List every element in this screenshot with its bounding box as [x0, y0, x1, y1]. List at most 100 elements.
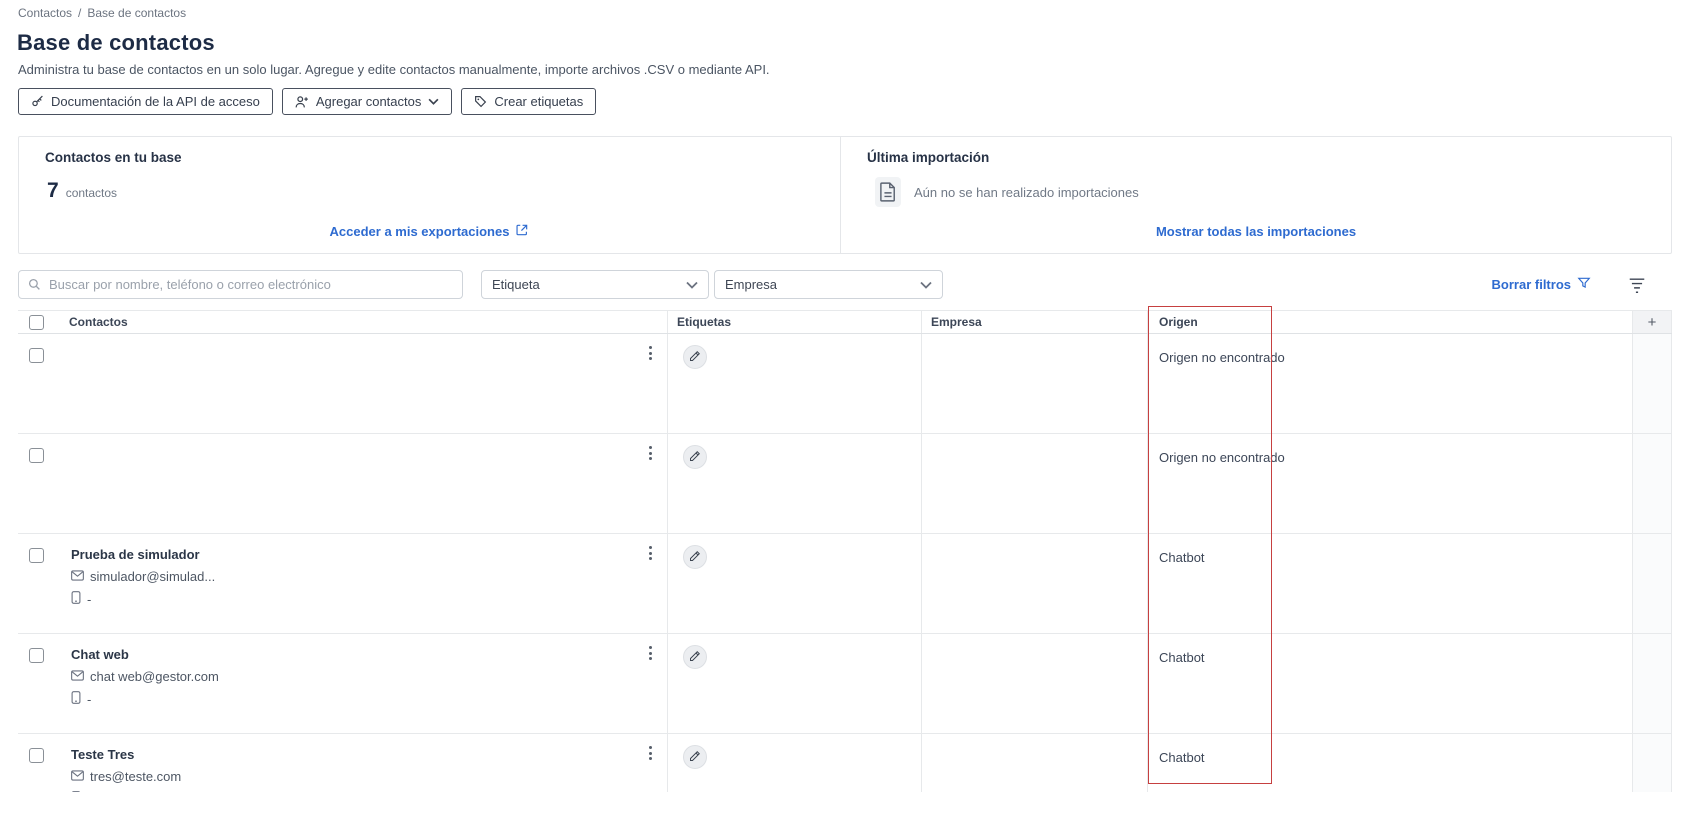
api-docs-button[interactable]: Documentación de la API de acceso	[18, 88, 273, 115]
page-title: Base de contactos	[17, 30, 215, 55]
company-cell	[922, 434, 1148, 533]
filter-columns-icon[interactable]	[1628, 277, 1646, 293]
breadcrumb-base-de-contactos[interactable]: Base de contactos	[87, 6, 186, 20]
person-plus-icon	[295, 95, 309, 108]
exports-link[interactable]: Acceder a mis exportaciones	[330, 223, 530, 240]
contact-phone: -	[87, 691, 92, 707]
tag-icon	[474, 95, 487, 108]
search-input[interactable]	[18, 270, 463, 299]
row-menu-kebab-icon[interactable]	[641, 441, 659, 465]
breadcrumb: Contactos / Base de contactos	[18, 6, 186, 20]
contact-name[interactable]	[71, 447, 667, 462]
create-tags-button[interactable]: Crear etiquetas	[461, 88, 597, 115]
origin-value: Origen no encontrado	[1159, 450, 1285, 465]
contact-name[interactable]	[71, 347, 667, 362]
contact-name[interactable]: Prueba de simulador	[71, 547, 667, 562]
row-checkbox[interactable]	[29, 748, 44, 763]
email-icon	[71, 569, 84, 584]
phone-line: -	[71, 691, 667, 707]
row-checkbox[interactable]	[29, 548, 44, 563]
contacts-summary-card: Contactos en tu base 7 contactos Acceder…	[19, 137, 841, 253]
tag-filter-select[interactable]: Etiqueta	[481, 270, 709, 299]
extra-column-cell	[1633, 634, 1672, 733]
company-cell	[922, 634, 1148, 733]
add-contacts-button[interactable]: Agregar contactos	[281, 88, 453, 115]
create-tags-label: Crear etiquetas	[494, 94, 584, 109]
company-filter-select[interactable]: Empresa	[714, 270, 943, 299]
row-menu-kebab-icon[interactable]	[641, 741, 659, 765]
row-menu-kebab-icon[interactable]	[641, 541, 659, 565]
table-row: Chat web chat web@gestor.com - Chatbot	[18, 634, 1672, 734]
edit-tags-button[interactable]	[683, 645, 707, 669]
contacts-count-number: 7	[47, 179, 59, 202]
contacts-card-title: Contactos en tu base	[45, 150, 182, 165]
contacts-table: Contactos Etiquetas Empresa Origen + Ori…	[18, 310, 1672, 792]
column-company: Empresa	[931, 315, 982, 329]
row-menu-kebab-icon[interactable]	[641, 641, 659, 665]
edit-tags-button[interactable]	[683, 445, 707, 469]
phone-icon	[71, 791, 81, 792]
extra-column-cell	[1633, 734, 1672, 792]
import-card-title: Última importación	[867, 150, 990, 165]
chevron-down-icon	[428, 98, 439, 105]
search-icon	[28, 278, 41, 296]
company-cell	[922, 334, 1148, 433]
phone-icon	[71, 691, 81, 707]
edit-tags-button[interactable]	[683, 345, 707, 369]
exports-link-label: Acceder a mis exportaciones	[329, 224, 510, 239]
add-contacts-label: Agregar contactos	[315, 94, 422, 109]
company-cell	[922, 734, 1148, 792]
phone-line	[71, 791, 667, 792]
contact-email: simulador@simulad...	[90, 569, 216, 584]
column-origin: Origen	[1159, 315, 1198, 329]
row-checkbox[interactable]	[29, 648, 44, 663]
api-key-icon	[31, 95, 44, 108]
show-all-imports-link[interactable]: Mostrar todas las importaciones	[1156, 224, 1356, 239]
breadcrumb-contactos[interactable]: Contactos	[18, 6, 72, 20]
export-icon	[515, 223, 529, 240]
phone-icon	[71, 591, 81, 607]
action-buttons: Documentación de la API de acceso Agrega…	[18, 88, 597, 115]
pencil-icon	[689, 350, 701, 365]
filters-bar: Etiqueta Empresa Borrar filtros	[18, 270, 1672, 299]
contact-email: chat web@gestor.com	[90, 669, 219, 684]
email-icon	[71, 669, 84, 684]
pencil-icon	[689, 750, 701, 765]
table-row: Origen no encontrado	[18, 334, 1672, 434]
origin-value: Chatbot	[1159, 550, 1205, 565]
contact-name[interactable]: Teste Tres	[71, 747, 667, 762]
origin-value: Chatbot	[1159, 650, 1205, 665]
page-subtitle: Administra tu base de contactos en un so…	[18, 62, 770, 77]
company-cell	[922, 534, 1148, 633]
email-line: tres@teste.com	[71, 769, 667, 784]
clear-filters-label: Borrar filtros	[1491, 277, 1571, 292]
row-checkbox[interactable]	[29, 348, 44, 363]
row-menu-kebab-icon[interactable]	[641, 341, 659, 365]
select-all-checkbox[interactable]	[29, 314, 44, 330]
row-checkbox[interactable]	[29, 448, 44, 463]
add-column-button[interactable]: +	[1633, 311, 1672, 333]
pencil-icon	[689, 450, 701, 465]
document-icon	[875, 177, 901, 207]
chevron-down-icon	[920, 277, 932, 292]
table-row: Prueba de simulador simulador@simulad...…	[18, 534, 1672, 634]
import-empty-state: Aún no se han realizado importaciones	[875, 177, 1139, 207]
funnel-clear-icon	[1577, 276, 1591, 293]
contact-phone: -	[87, 591, 92, 607]
extra-column-cell	[1633, 334, 1672, 433]
add-column-label: +	[1647, 313, 1657, 331]
edit-tags-button[interactable]	[683, 545, 707, 569]
contact-name[interactable]: Chat web	[71, 647, 667, 662]
clear-filters-button[interactable]: Borrar filtros	[1492, 276, 1591, 293]
edit-tags-button[interactable]	[683, 745, 707, 769]
email-icon	[71, 769, 84, 784]
summary-cards: Contactos en tu base 7 contactos Acceder…	[18, 136, 1672, 254]
import-summary-card: Última importación Aún no se han realiza…	[841, 137, 1671, 253]
contacts-count: 7 contactos	[47, 179, 117, 203]
tag-filter-label: Etiqueta	[492, 277, 540, 292]
table-header: Contactos Etiquetas Empresa Origen +	[18, 310, 1672, 334]
pencil-icon	[689, 650, 701, 665]
pencil-icon	[689, 550, 701, 565]
table-row: Origen no encontrado	[18, 434, 1672, 534]
contacts-count-label: contactos	[65, 186, 118, 200]
